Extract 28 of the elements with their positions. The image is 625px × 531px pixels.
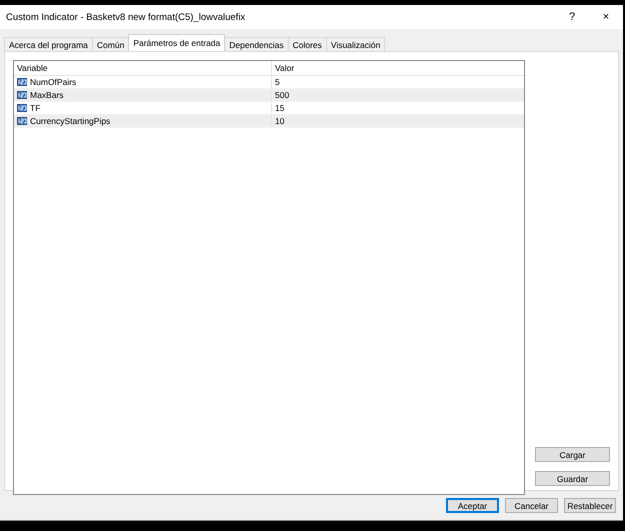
value-cell[interactable]: 10 [272, 115, 524, 127]
tab[interactable]: Dependencias [224, 37, 289, 51]
column-header[interactable]: Valor [272, 61, 524, 75]
tab[interactable]: Acerca del programa [4, 37, 93, 51]
variable-name: NumOfPairs [30, 77, 76, 87]
value-cell[interactable]: 5 [272, 76, 524, 88]
number-type-icon [17, 117, 27, 125]
side-button[interactable]: Cargar [535, 447, 610, 462]
number-type-icon [17, 104, 27, 112]
tab[interactable]: Visualización [326, 37, 386, 51]
dialog-button[interactable]: Cancelar [505, 498, 558, 513]
number-type-icon [17, 78, 27, 86]
value-cell[interactable]: 15 [272, 102, 524, 114]
close-button[interactable]: × [589, 6, 623, 28]
column-header[interactable]: Variable [14, 61, 272, 75]
number-type-icon [17, 91, 27, 99]
variable-name: MaxBars [30, 90, 64, 100]
window-title: Custom Indicator - Basketv8 new format(C5)_lowvaluefix [6, 12, 246, 22]
variable-name: CurrencyStartingPips [30, 116, 110, 126]
tab[interactable]: Parámetros de entrada [128, 34, 226, 51]
variable-name: TF [30, 103, 40, 113]
side-button[interactable]: Guardar [535, 471, 610, 486]
value-cell[interactable]: 500 [272, 89, 524, 101]
tab[interactable]: Común [92, 37, 130, 51]
tab[interactable]: Colores [288, 37, 327, 51]
dialog-button[interactable]: Restablecer [564, 498, 616, 513]
help-button[interactable]: ? [555, 6, 589, 28]
dialog-button[interactable]: Aceptar [446, 498, 499, 513]
